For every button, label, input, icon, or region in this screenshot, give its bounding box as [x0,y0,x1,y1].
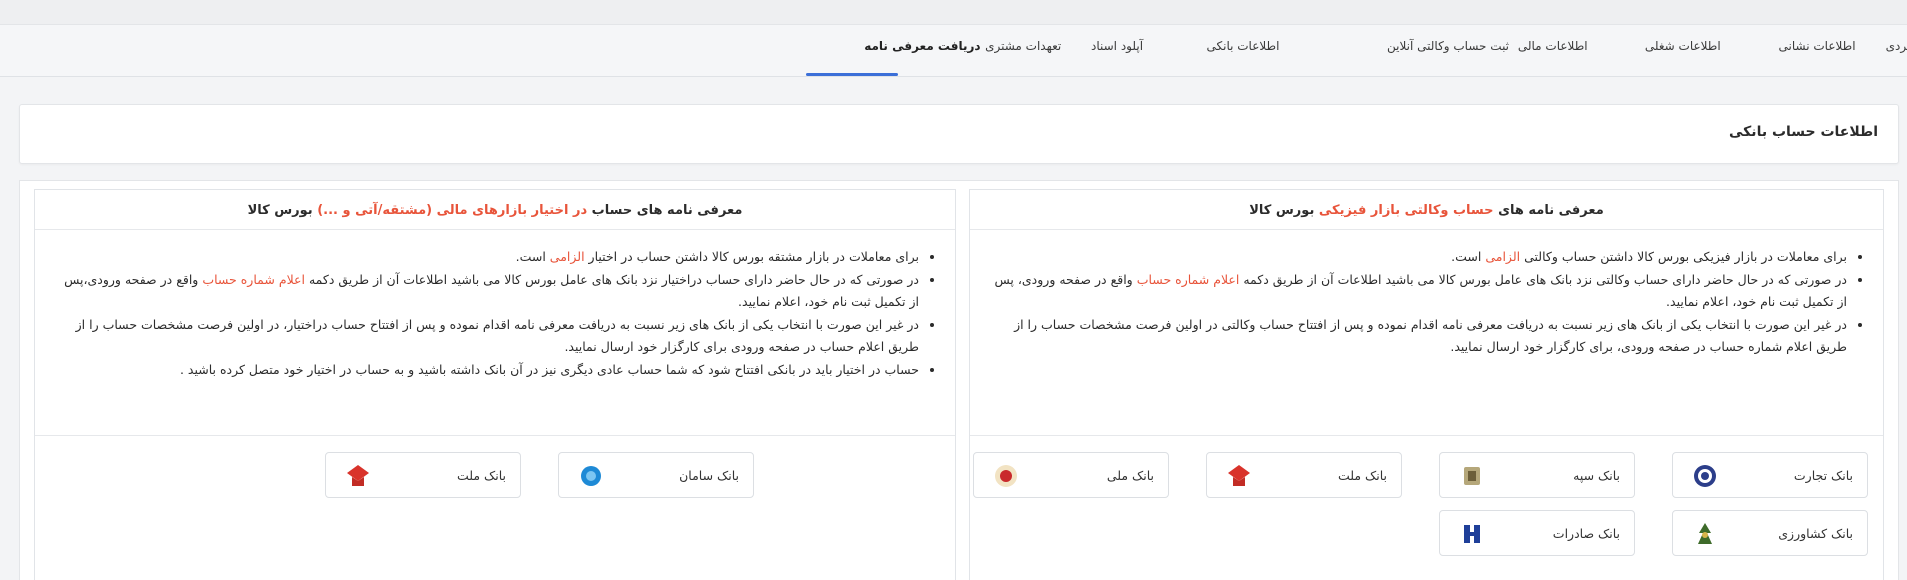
text: برای معاملات در بازار مشتقه بورس کالا دا… [588,249,919,264]
tab-job-info[interactable]: اطلاعات شغلی [1645,39,1721,53]
tab-bank-info[interactable]: اطلاعات بانکی [1206,39,1279,53]
highlight-text: اعلام شماره حساب [202,272,305,287]
highlight-text: الزامی [1485,249,1521,264]
physical-market-title: معرفی نامه های حساب وکالتی بازار فیزیکی … [970,190,1883,230]
title-text: معرفی نامه های حساب [591,203,743,218]
top-strip [0,0,1907,25]
list-item: در صورتی که در حال حاضر دارای حساب وکالت… [988,269,1847,313]
keshavarzi-logo-icon [1698,523,1712,544]
bank-name: بانک ملت [1337,468,1387,483]
title-highlight: در اختیار بازارهای مالی (مشتقه/آتی و ...… [317,203,588,218]
bank-card-keshavarzi[interactable]: بانک کشاورزی [1672,510,1868,556]
tab-get-introduction-letter[interactable]: دریافت معرفی نامه [864,39,980,53]
tejarat-logo-icon [1694,465,1716,487]
tab-customer-commitments[interactable]: تعهدات مشتری [985,39,1061,53]
bank-card-sepah[interactable]: بانک سپه [1439,452,1635,498]
physical-instructions-list: برای معاملات در بازار فیزیکی بورس کالا د… [988,246,1865,358]
section-title: اطلاعات حساب بانکی [1729,124,1878,140]
list-item: در صورتی که در حال حاضر دارای حساب دراخت… [53,269,919,313]
derivatives-instructions-list: برای معاملات در بازار مشتقه بورس کالا دا… [53,246,937,381]
title-text: بورس کالا [1249,203,1315,218]
divider [970,435,1883,436]
saderat-logo-icon [1464,525,1480,543]
physical-market-column: معرفی نامه های حساب وکالتی بازار فیزیکی … [969,189,1884,580]
bank-card-saman[interactable]: بانک سامان [558,452,754,498]
bank-name: بانک صادرات [1552,526,1620,541]
tab-address-info[interactable]: اطلاعات نشانی [1779,39,1856,53]
tab-personal-info[interactable]: مشخصات فردی [1886,39,1907,53]
text: در صورتی که در حال حاضر دارای حساب وکالت… [1243,272,1847,287]
bank-card-tejarat[interactable]: بانک تجارت [1672,452,1868,498]
highlight-text: الزامی [549,249,585,264]
tab-upload-documents[interactable]: آپلود اسناد [1091,39,1143,53]
bank-card-mellat-derivatives[interactable]: بانک ملت [325,452,521,498]
bank-name: بانک سپه [1573,468,1620,483]
divider [35,435,955,436]
text: است. [1451,249,1482,264]
active-tab-indicator [806,73,898,76]
bank-name: بانک تجارت [1793,468,1853,483]
text: است. [515,249,546,264]
bank-card-saderat[interactable]: بانک صادرات [1439,510,1635,556]
list-item: برای معاملات در بازار مشتقه بورس کالا دا… [53,246,919,268]
sepah-logo-icon [1464,467,1480,485]
bank-name: بانک کشاورزی [1778,526,1853,541]
bank-card-mellat[interactable]: بانک ملت [1206,452,1402,498]
title-text: معرفی نامه های [1498,203,1604,218]
bank-name: بانک ملی [1106,468,1154,483]
title-highlight: حساب وکالتی بازار فیزیکی [1318,203,1494,218]
derivatives-market-title: معرفی نامه های حساب در اختیار بازارهای م… [35,190,955,230]
list-item: در غیر این صورت با انتخاب یکی از بانک ها… [53,314,919,358]
saman-logo-icon [581,466,601,486]
tab-bar: مشخصات فردی اطلاعات نشانی اطلاعات شغلی ا… [0,25,1907,77]
section-header-card: اطلاعات حساب بانکی [19,104,1899,164]
text: در صورتی که در حال حاضر دارای حساب دراخت… [308,272,919,287]
bank-card-melli[interactable]: بانک ملی [973,452,1169,498]
highlight-text: اعلام شماره حساب [1136,272,1240,287]
introduction-letters-card: معرفی نامه های حساب وکالتی بازار فیزیکی … [19,180,1899,580]
mellat-logo-icon [347,465,369,486]
melli-logo-icon [995,465,1017,487]
bank-name: بانک ملت [456,468,506,483]
text: برای معاملات در بازار فیزیکی بورس کالا د… [1524,249,1847,264]
tab-online-proxy-account[interactable]: ثبت حساب وکالتی آنلاین [1387,39,1509,53]
mellat-logo-icon [1228,465,1250,486]
tab-financial-info[interactable]: اطلاعات مالی [1518,39,1588,53]
list-item: حساب در اختیار باید در بانکی افتتاح شود … [53,359,919,381]
list-item: برای معاملات در بازار فیزیکی بورس کالا د… [988,246,1847,268]
list-item: در غیر این صورت با انتخاب یکی از بانک ها… [988,314,1847,358]
title-text: بورس کالا [247,203,313,218]
derivatives-market-column: معرفی نامه های حساب در اختیار بازارهای م… [34,189,956,580]
bank-name: بانک سامان [679,468,739,483]
